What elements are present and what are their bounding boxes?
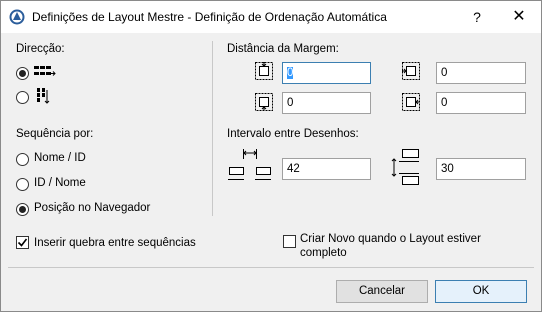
margin-left-icon bbox=[402, 93, 420, 111]
spacing-label: Intervalo entre Desenhos: bbox=[227, 128, 359, 140]
horizontal-spacing-icon bbox=[228, 149, 271, 180]
margin-top-input[interactable]: 0 bbox=[282, 62, 371, 84]
close-button[interactable]: ✕ bbox=[499, 1, 539, 33]
insert-break-label: Inserir quebra entre sequências bbox=[34, 237, 196, 249]
footer-divider bbox=[8, 267, 534, 268]
horizontal-spacing-input[interactable]: 42 bbox=[282, 158, 371, 180]
direction-label: Direcção: bbox=[16, 43, 65, 55]
title-bar: Definições de Layout Mestre - Definição … bbox=[1, 1, 541, 33]
margin-bottom-input[interactable]: 0 bbox=[282, 92, 371, 114]
margin-right-icon bbox=[402, 62, 420, 80]
sequence-name-id-radio[interactable] bbox=[16, 153, 29, 166]
margin-right-input[interactable]: 0 bbox=[436, 62, 526, 84]
direction-vertical-radio[interactable] bbox=[16, 91, 29, 104]
sequence-navigator-label: Posição no Navegador bbox=[34, 202, 151, 214]
vertical-divider bbox=[212, 41, 213, 216]
margin-top-value: 0 bbox=[287, 67, 294, 79]
sequence-name-id-label: Nome / ID bbox=[34, 152, 86, 164]
help-button[interactable]: ? bbox=[457, 1, 497, 33]
cancel-button[interactable]: Cancelar bbox=[336, 280, 428, 303]
vertical-spacing-input[interactable]: 30 bbox=[436, 158, 526, 180]
create-new-checkbox[interactable] bbox=[283, 235, 296, 248]
vertical-spacing-icon bbox=[391, 149, 419, 185]
vertical-order-icon bbox=[37, 88, 50, 104]
sequence-id-name-radio[interactable] bbox=[16, 178, 29, 191]
create-new-label-line1: Criar Novo quando o Layout estiver bbox=[300, 233, 481, 245]
margin-bottom-icon bbox=[255, 93, 273, 111]
margin-left-input[interactable]: 0 bbox=[436, 92, 526, 114]
margins-label: Distância da Margem: bbox=[227, 43, 339, 55]
sequence-id-name-label: ID / Nome bbox=[34, 177, 86, 189]
create-new-label: Criar Novo quando o Layout estiver compl… bbox=[300, 232, 481, 260]
create-new-label-line2: completo bbox=[300, 247, 347, 259]
sequence-label: Sequência por: bbox=[16, 128, 94, 140]
checkmark-icon bbox=[17, 238, 28, 247]
insert-break-checkbox[interactable] bbox=[16, 236, 29, 249]
margin-top-icon bbox=[255, 62, 273, 80]
direction-horizontal-radio[interactable] bbox=[16, 67, 29, 80]
app-icon bbox=[9, 9, 25, 25]
sequence-navigator-radio[interactable] bbox=[16, 203, 29, 216]
ok-button[interactable]: OK bbox=[435, 280, 527, 303]
window-title: Definições de Layout Mestre - Definição … bbox=[32, 10, 387, 24]
dialog-window: Definições de Layout Mestre - Definição … bbox=[0, 0, 542, 312]
horizontal-order-icon bbox=[34, 66, 56, 76]
